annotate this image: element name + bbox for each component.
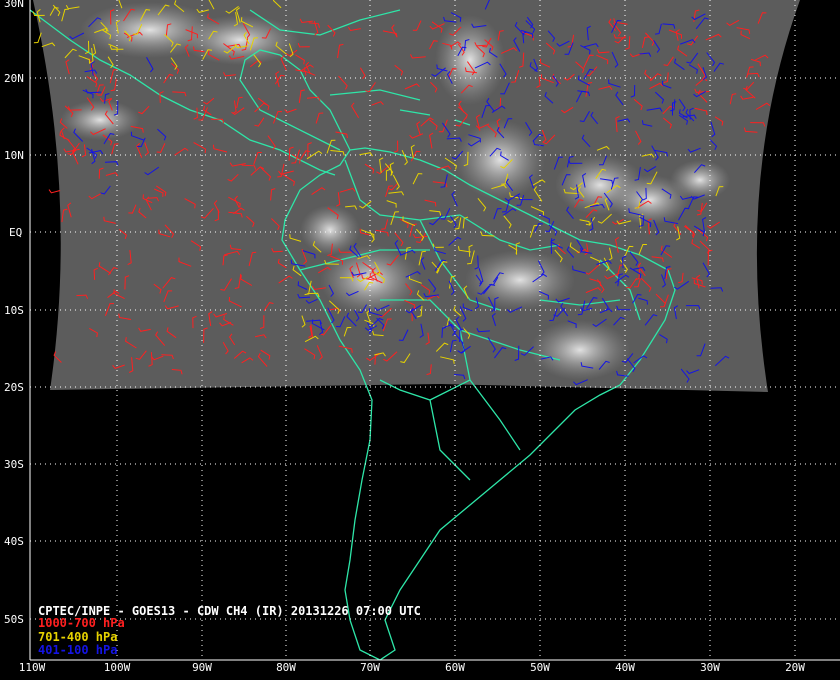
legend-high-level: 401-100 hPa [38, 643, 118, 657]
lat-label-20n: 20N [4, 72, 24, 85]
lat-label-30s: 30S [4, 458, 24, 471]
lon-label-90w: 90W [192, 661, 212, 674]
lon-label-40w: 40W [615, 661, 635, 674]
lon-label-100w: 100W [103, 661, 131, 674]
lon-label-110w: 110W [18, 661, 46, 674]
map-frame: 30N 20N 10N EQ 10S 20S 30S 40S 50S 110W … [0, 0, 840, 680]
lat-label-40s: 40S [4, 535, 24, 548]
lon-label-50w: 50W [530, 661, 550, 674]
lon-label-20w: 20W [785, 661, 805, 674]
lat-label-10n: 10N [4, 149, 24, 162]
lon-label-30w: 30W [700, 661, 720, 674]
legend-low-level: 1000-700 hPa [38, 616, 125, 630]
lat-label-20s: 20S [4, 381, 24, 394]
lon-label-80w: 80W [276, 661, 296, 674]
lon-label-60w: 60W [445, 661, 465, 674]
wind-barb [48, 189, 61, 194]
lat-label-50s: 50S [4, 613, 24, 626]
map-canvas [29, 0, 840, 661]
lat-label-30n: 30N [4, 0, 24, 10]
lat-label-10s: 10S [4, 304, 24, 317]
lat-label-eq: EQ [9, 226, 23, 239]
lon-label-70w: 70W [360, 661, 380, 674]
